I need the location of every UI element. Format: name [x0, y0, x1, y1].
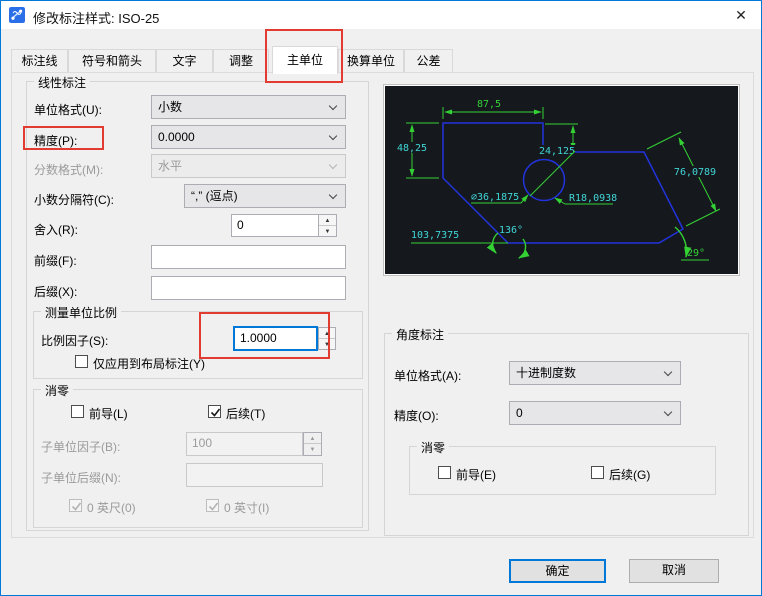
round-off-label: 舍入(R): — [34, 223, 78, 237]
zero-feet-label: 0 英尺(0) — [87, 501, 136, 515]
sub-units-suffix-label: 子单位后缀(N): — [41, 471, 121, 485]
decimal-separator-label: 小数分隔符(C): — [34, 193, 114, 207]
suffix-label: 后缀(X): — [34, 285, 78, 299]
tab-alternate-units[interactable]: 换算单位 — [338, 49, 404, 73]
tab-fit[interactable]: 调整 — [213, 49, 269, 73]
check-icon — [208, 502, 219, 511]
fraction-format-dropdown: 水平 — [151, 154, 346, 178]
angular-trailing-checkbox[interactable] — [591, 466, 604, 479]
dim-angle1: 136° — [499, 225, 523, 236]
sub-units-factor-input: 100 — [186, 432, 303, 456]
dim-diameter: ⌀36,1875 — [471, 192, 519, 203]
ok-button[interactable]: 确定 — [509, 559, 606, 583]
prefix-label: 前缀(F): — [34, 254, 77, 268]
decimal-separator-dropdown[interactable]: “,” (逗点) — [184, 184, 346, 208]
measurement-scale-label: 测量单位比例 — [41, 304, 122, 321]
zero-inches-checkbox — [206, 499, 219, 512]
chevron-down-icon — [328, 101, 338, 111]
unit-format-label: 单位格式(U): — [34, 103, 102, 117]
close-button[interactable]: ✕ — [725, 1, 757, 29]
window-title: 修改标注样式: ISO-25 — [33, 11, 160, 26]
chevron-down-icon — [663, 407, 673, 417]
angular-precision-label: 精度(O): — [394, 409, 439, 423]
layout-only-label: 仅应用到布局标注(Y) — [93, 357, 205, 371]
precision-dropdown[interactable]: 0.0000 — [151, 125, 346, 149]
dim-left: 48,25 — [397, 143, 427, 154]
check-icon — [210, 408, 221, 417]
zero-feet-checkbox — [69, 499, 82, 512]
unit-format-value: 小数 — [158, 100, 183, 114]
sub-units-factor-spinner: ▲ ▼ — [303, 432, 322, 456]
angular-leading-checkbox[interactable] — [438, 466, 451, 479]
fraction-format-value: 水平 — [158, 159, 183, 173]
tab-symbols-arrows[interactable]: 符号和箭头 — [68, 49, 156, 73]
angular-leading-label: 前导(E) — [456, 468, 496, 482]
dimension-style-dialog: 修改标注样式: ISO-25 ✕ 标注线 符号和箭头 文字 调整 主单位 换算单… — [0, 0, 762, 596]
unit-format-dropdown[interactable]: 小数 — [151, 95, 346, 119]
precision-value: 0.0000 — [158, 130, 195, 144]
scale-factor-label: 比例因子(S): — [41, 334, 109, 348]
decimal-separator-value: “,” (逗点) — [191, 189, 238, 203]
chevron-down-icon — [328, 131, 338, 141]
trailing-label: 后续(T) — [226, 407, 266, 421]
chevron-down-icon — [328, 160, 338, 170]
dim-radius: R18,0938 — [569, 193, 617, 204]
precision-label: 精度(P): — [34, 134, 78, 148]
dim-angle2: 29° — [687, 248, 705, 259]
angular-precision-value: 0 — [516, 406, 523, 420]
spin-up-icon[interactable]: ▲ — [319, 328, 335, 339]
dim-step: 24,125 — [539, 146, 575, 157]
preview-shape-outline — [442, 122, 684, 244]
spin-up-icon: ▲ — [304, 433, 321, 444]
prefix-input[interactable] — [151, 245, 346, 269]
angular-group-label: 角度标注 — [392, 326, 449, 343]
spin-down-icon: ▼ — [304, 444, 321, 455]
cancel-button[interactable]: 取消 — [629, 559, 719, 583]
chevron-down-icon — [663, 367, 673, 377]
scale-factor-input[interactable]: 1.0000 — [233, 326, 318, 351]
cad-preview-drawing: 87,5 48,25 24,125 76,0789 ⌀36,1875 R18,0… — [385, 86, 738, 274]
dim-right: 76,0789 — [674, 167, 716, 178]
angular-zero-suppression-label: 消零 — [417, 439, 450, 456]
angular-unit-format-dropdown[interactable]: 十进制度数 — [509, 361, 681, 385]
tab-tolerances[interactable]: 公差 — [404, 49, 453, 73]
layout-only-checkbox[interactable] — [75, 355, 88, 368]
spin-down-icon[interactable]: ▼ — [319, 225, 336, 236]
titlebar: 修改标注样式: ISO-25 ✕ — [1, 1, 761, 29]
check-icon — [71, 502, 82, 511]
leading-checkbox[interactable] — [71, 405, 84, 418]
trailing-checkbox[interactable] — [208, 405, 221, 418]
linear-group-label: 线性标注 — [34, 74, 91, 91]
spin-up-icon[interactable]: ▲ — [319, 215, 336, 226]
zero-inches-label: 0 英寸(I) — [224, 501, 270, 515]
scale-factor-spinner[interactable]: ▲ ▼ — [318, 327, 336, 350]
suffix-input[interactable] — [151, 276, 346, 300]
tab-text[interactable]: 文字 — [156, 49, 213, 73]
chevron-down-icon — [328, 190, 338, 200]
angular-unit-format-label: 单位格式(A): — [394, 369, 462, 383]
angular-unit-format-value: 十进制度数 — [516, 366, 577, 380]
zero-suppression-label: 消零 — [41, 382, 74, 399]
dim-top: 87,5 — [477, 99, 501, 110]
preview-shape-circle — [522, 158, 566, 202]
spin-down-icon[interactable]: ▼ — [319, 338, 335, 349]
app-icon — [9, 7, 25, 23]
tab-primary-units[interactable]: 主单位 — [272, 46, 338, 74]
tab-dimension-lines[interactable]: 标注线 — [11, 49, 68, 73]
fraction-format-label: 分数格式(M): — [34, 163, 104, 177]
sub-units-suffix-input — [186, 463, 323, 487]
dimension-preview-panel: 87,5 48,25 24,125 76,0789 ⌀36,1875 R18,0… — [383, 84, 740, 276]
round-off-spinner[interactable]: ▲ ▼ — [318, 214, 337, 237]
angular-trailing-label: 后续(G) — [609, 468, 651, 482]
dim-bottom: 103,7375 — [411, 230, 459, 241]
leading-label: 前导(L) — [89, 407, 128, 421]
angular-precision-dropdown[interactable]: 0 — [509, 401, 681, 425]
round-off-input[interactable]: 0 — [231, 214, 319, 237]
sub-units-factor-label: 子单位因子(B): — [41, 440, 121, 454]
